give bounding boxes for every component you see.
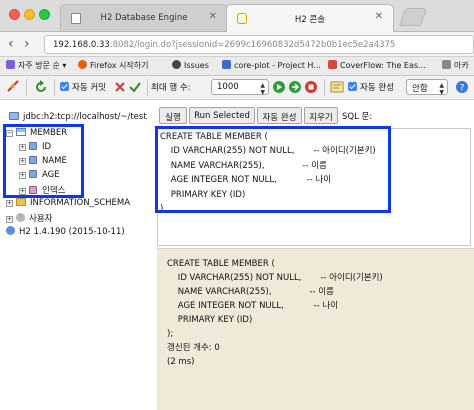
bookmark-frequent[interactable]: 자주 방문 순 ▾	[6, 60, 66, 71]
run-icon[interactable]	[272, 80, 286, 94]
sql-button-bar: 실행 Run Selected 자동 완성 지우기 SQL 문:	[157, 100, 474, 128]
svg-text:?: ?	[460, 84, 465, 94]
clock-icon	[6, 60, 15, 69]
bookmark-core-plot[interactable]: core-plot - Project H...	[222, 60, 321, 70]
result-update-count: 갱신된 개수: 0	[167, 343, 220, 353]
auto-commit-label: 자동 커밋	[72, 83, 106, 93]
bookmark-firefox[interactable]: Firefox 시작하기	[78, 60, 148, 71]
auto-complete-select[interactable]: 안함 ▲ ▼	[406, 79, 448, 96]
refresh-icon[interactable]	[34, 80, 48, 94]
run-selected-icon[interactable]	[288, 80, 302, 94]
expand-icon[interactable]: +	[6, 200, 13, 207]
max-rows-select[interactable]: 1000 ▲ ▼	[211, 79, 269, 96]
back-arrow-icon[interactable]: ‹	[8, 36, 14, 52]
auto-complete-label: 자동 완성	[360, 83, 394, 93]
result-sql: CREATE TABLE MEMBER ( ID VARCHAR(255) NO…	[167, 259, 383, 339]
max-rows-value: 1000	[217, 82, 239, 92]
toolbar-divider	[324, 79, 325, 96]
page-icon	[222, 60, 231, 69]
toolbar-divider	[147, 79, 148, 96]
bookmark-label: Issues	[184, 61, 209, 70]
tree-node-version: H2 1.4.190 (2015-10-11)	[6, 226, 125, 237]
auto-commit-checkbox[interactable]: 자동 커밋	[60, 81, 106, 93]
close-icon[interactable]: ✕	[375, 11, 383, 22]
stop-icon[interactable]	[304, 80, 318, 94]
auto-complete-checkbox[interactable]: 자동 완성	[348, 81, 394, 93]
tree-node-users[interactable]: + 사용자	[6, 212, 52, 224]
bookmark-coverflow[interactable]: CoverFlow: The Eas...	[328, 60, 426, 70]
checkbox-checked-icon	[60, 82, 69, 91]
users-label: 사용자	[29, 214, 53, 224]
url-input[interactable]: 192.168.0.33:8082/login.do?jsessionid=26…	[44, 35, 474, 54]
result-panel: CREATE TABLE MEMBER ( ID VARCHAR(255) NO…	[157, 248, 474, 410]
github-icon	[172, 60, 181, 69]
expand-icon[interactable]: +	[6, 216, 13, 223]
info-icon	[6, 226, 15, 235]
firefox-icon	[78, 60, 87, 69]
checkbox-checked-icon	[348, 82, 357, 91]
new-tab-button[interactable]	[399, 8, 427, 26]
sql-statement-label: SQL 문:	[342, 112, 373, 122]
bookmark-label: 자주 방문 순	[18, 61, 60, 70]
connection-url: jdbc:h2:tcp://localhost/~/test	[23, 112, 147, 122]
schema-tree: jdbc:h2:tcp://localhost/~/test − MEMBER +…	[0, 100, 157, 410]
toolbar-divider	[26, 79, 27, 96]
window-minimize-button[interactable]	[24, 9, 35, 20]
bookmark-label: CoverFlow: The Eas...	[340, 61, 426, 70]
clear-button[interactable]: 지우기	[304, 107, 338, 124]
page-icon	[442, 60, 451, 69]
auto-complete-value: 안함	[412, 84, 428, 94]
folder-icon	[16, 198, 26, 206]
help-icon[interactable]: ?	[455, 80, 469, 94]
dropdown-arrow-icon: ▲ ▼	[439, 82, 444, 96]
window-close-button[interactable]	[9, 9, 20, 20]
bookmark-more[interactable]: 아카	[442, 60, 469, 71]
window-zoom-button[interactable]	[39, 9, 50, 20]
tree-node-information-schema[interactable]: + INFORMATION_SCHEMA	[6, 198, 130, 208]
run-selected-button[interactable]: Run Selected	[189, 107, 255, 124]
bookmark-label: Firefox 시작하기	[90, 61, 149, 70]
forward-arrow-icon[interactable]: ›	[24, 36, 30, 52]
dropdown-arrow-icon: ▲ ▼	[260, 82, 265, 96]
url-path: :8082/login.do?jsessionid=2699c16960832d…	[109, 40, 396, 50]
history-icon[interactable]	[330, 80, 344, 94]
database-icon	[9, 112, 19, 120]
commit-icon[interactable]	[128, 80, 142, 94]
address-bar: ‹ › 192.168.0.33:8082/login.do?jsessioni…	[0, 32, 474, 57]
browser-tab-strip: H2 Database Engine ✕ H2 콘솔 ✕	[0, 0, 474, 32]
h2-toolbar: 자동 커밋 최대 행 수: 1000 ▲ ▼ 자동 완성 안함 ▲ ▼ ?	[0, 76, 474, 100]
bookmarks-bar: 자주 방문 순 ▾ Firefox 시작하기 Issues core-plot …	[0, 57, 474, 76]
disconnect-icon[interactable]	[6, 80, 20, 94]
max-rows-label: 최대 행 수:	[151, 83, 191, 93]
bookmark-label: core-plot - Project H...	[234, 61, 321, 70]
bookmark-label: 아카	[454, 61, 469, 70]
tree-highlight-box	[3, 124, 84, 198]
editor-highlight-box	[155, 126, 391, 213]
tab-label: H2 Database Engine	[100, 13, 188, 23]
close-icon[interactable]: ✕	[209, 11, 217, 22]
bookmark-issues[interactable]: Issues	[172, 60, 209, 70]
tab-label: H2 콘솔	[294, 15, 326, 25]
tab-h2-console[interactable]: H2 콘솔 ✕	[226, 4, 394, 32]
toolbar-divider	[54, 79, 55, 96]
schema-name: INFORMATION_SCHEMA	[30, 198, 131, 208]
version-label: H2 1.4.190 (2015-10-11)	[19, 227, 125, 237]
url-host: 192.168.0.33	[53, 40, 110, 50]
tab-h2-database-engine[interactable]: H2 Database Engine ✕	[60, 4, 228, 31]
auto-complete-button[interactable]: 자동 완성	[257, 107, 302, 124]
tree-connection[interactable]: jdbc:h2:tcp://localhost/~/test	[9, 112, 147, 122]
result-time: (2 ms)	[167, 357, 195, 367]
run-button[interactable]: 실행	[159, 107, 187, 124]
user-icon	[16, 213, 25, 222]
rollback-icon[interactable]	[113, 80, 127, 94]
page-icon	[328, 60, 337, 69]
